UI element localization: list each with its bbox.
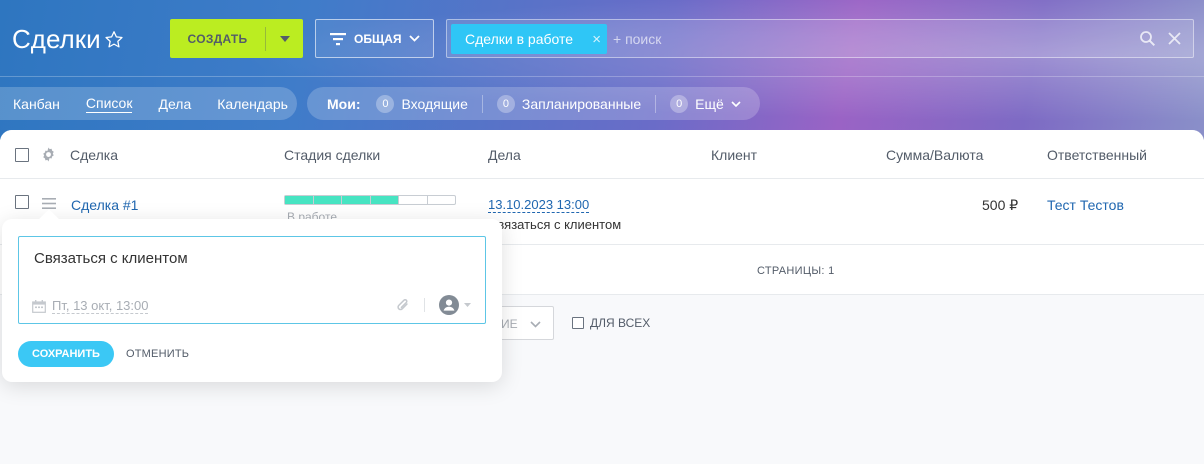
create-button[interactable]: СОЗДАТЬ — [170, 19, 303, 58]
stage-step[interactable] — [313, 196, 342, 204]
column-deal[interactable]: Сделка — [70, 147, 118, 163]
amount: 500 ₽ — [982, 197, 1019, 213]
pages-label: СТРАНИЦЫ: 1 — [757, 265, 835, 277]
stage-step[interactable] — [399, 196, 428, 204]
row-checkbox[interactable] — [15, 195, 29, 209]
filter-preset-label: ОБЩАЯ — [354, 31, 402, 46]
save-button[interactable]: СОХРАНИТЬ — [18, 341, 114, 367]
filter-icon — [330, 32, 346, 45]
close-icon[interactable] — [1166, 30, 1183, 47]
cancel-button[interactable]: ОТМЕНИТЬ — [126, 348, 189, 360]
activity-text: Связаться с клиентом — [488, 217, 622, 232]
for-all-option[interactable]: ДЛЯ ВСЕХ — [572, 316, 650, 330]
create-button-label: СОЗДАТЬ — [187, 31, 248, 46]
user-icon — [439, 295, 459, 315]
counter-more[interactable]: 0 Ещё — [670, 94, 741, 113]
responsible-link[interactable]: Тест Тестов — [1047, 197, 1124, 213]
activity-text-input[interactable]: Связаться с клиентом — [34, 250, 188, 267]
page-title: Сделки — [12, 24, 101, 54]
calendar-icon — [32, 299, 46, 313]
editor-tools — [396, 295, 471, 315]
counter-badge: 0 — [496, 94, 515, 113]
column-amount[interactable]: Сумма/Валюта — [886, 147, 983, 163]
chevron-down-icon[interactable] — [266, 35, 303, 42]
column-activities[interactable]: Дела — [488, 147, 521, 163]
counter-badge: 0 — [376, 94, 395, 113]
filter-chip-label: Сделки в работе — [465, 31, 574, 47]
counter-label: Входящие — [401, 95, 468, 112]
chevron-down-icon — [409, 35, 421, 42]
star-icon[interactable] — [103, 29, 125, 51]
tab-kanban[interactable]: Канбан — [13, 96, 60, 112]
tab-calendar[interactable]: Календарь — [217, 96, 288, 112]
paperclip-icon[interactable] — [396, 297, 410, 313]
search-actions — [1139, 30, 1183, 47]
search-icon[interactable] — [1139, 30, 1156, 47]
column-responsible[interactable]: Ответственный — [1047, 147, 1147, 163]
responsible-picker[interactable] — [439, 295, 471, 315]
activity-date[interactable]: 13.10.2023 13:00 — [488, 197, 590, 213]
counter-label: Ещё — [695, 95, 724, 112]
divider — [655, 94, 657, 113]
header-divider — [0, 76, 1204, 77]
chevron-down-icon — [464, 303, 471, 307]
chevron-down-icon — [731, 100, 741, 107]
stage-step[interactable] — [370, 196, 399, 204]
stage-step[interactable] — [342, 196, 371, 204]
stage-progress[interactable] — [284, 195, 456, 205]
filter-preset-button[interactable]: ОБЩАЯ — [315, 19, 434, 58]
tab-activities[interactable]: Дела — [158, 96, 191, 112]
counter-planned[interactable]: 0 Запланированные — [496, 94, 642, 113]
select-all-checkbox[interactable] — [15, 148, 29, 162]
deadline-label: Пт, 13 окт, 13:00 — [52, 298, 149, 314]
counter-label: Запланированные — [521, 95, 642, 112]
grid-header: Сделка Стадия сделки Дела Клиент Сумма/В… — [0, 130, 1204, 179]
top-bar: Сделки СОЗДАТЬ ОБЩАЯ Сделки в работе × +… — [0, 0, 1204, 76]
menu-icon[interactable] — [42, 198, 56, 209]
divider — [481, 94, 483, 113]
counters-label: Мои: — [327, 95, 361, 112]
action-select-value: ИЕ — [501, 317, 518, 331]
search-field[interactable]: Сделки в работе × + поиск — [446, 19, 1194, 58]
deadline-picker[interactable]: Пт, 13 окт, 13:00 — [32, 298, 149, 314]
counter-incoming[interactable]: 0 Входящие — [376, 94, 468, 113]
divider — [424, 298, 425, 312]
column-stage[interactable]: Стадия сделки — [284, 147, 380, 163]
deal-link[interactable]: Сделка #1 — [71, 197, 138, 213]
view-switcher: Канбан Список Дела Календарь — [0, 87, 297, 120]
stage-step[interactable] — [428, 196, 456, 204]
stage-step[interactable] — [285, 196, 314, 204]
gear-icon[interactable] — [41, 147, 56, 162]
column-client[interactable]: Клиент — [711, 147, 757, 163]
chevron-down-icon — [530, 321, 541, 328]
filter-chip[interactable]: Сделки в работе × — [451, 24, 607, 54]
counter-badge: 0 — [670, 94, 689, 113]
counters-panel: Мои: 0 Входящие 0 Запланированные 0 Ещё — [307, 87, 760, 120]
search-input[interactable]: + поиск — [613, 31, 661, 47]
for-all-label: ДЛЯ ВСЕХ — [590, 316, 651, 330]
activity-popup: Связаться с клиентом Пт, 13 окт, 13:00 С… — [2, 209, 502, 382]
close-icon[interactable]: × — [592, 31, 601, 48]
tab-list[interactable]: Список — [85, 95, 133, 113]
for-all-checkbox[interactable] — [572, 317, 584, 329]
activity-editor[interactable]: Связаться с клиентом Пт, 13 окт, 13:00 — [18, 236, 486, 324]
